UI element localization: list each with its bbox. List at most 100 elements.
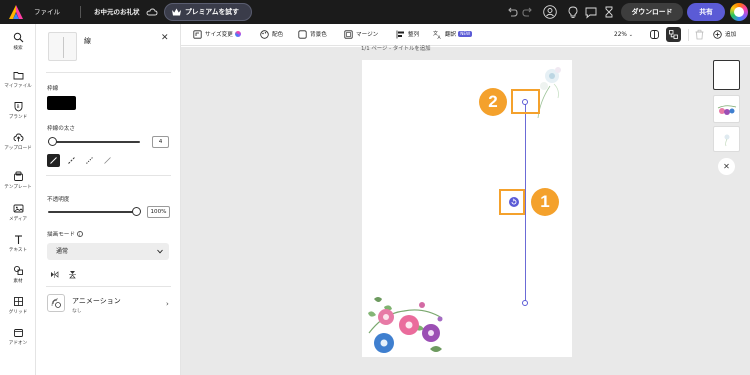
thumbnail-flowers <box>717 105 737 115</box>
selected-line[interactable] <box>525 102 526 303</box>
background-color-button[interactable]: 背景色 <box>298 24 327 46</box>
info-icon[interactable]: i <box>76 231 83 237</box>
color-scheme-button[interactable]: 配色 <box>260 24 283 46</box>
rail-item-grid[interactable]: グリッド <box>0 294 36 322</box>
page-thumbnail-current[interactable] <box>713 60 740 90</box>
stroke-color-swatch[interactable] <box>47 96 76 110</box>
margin-button[interactable]: マージン <box>344 24 378 46</box>
divider <box>46 286 171 287</box>
opacity-value[interactable]: 100% <box>147 206 170 218</box>
invite-user-icon[interactable] <box>543 5 557 19</box>
chevron-down-icon: ⌄ <box>628 32 633 38</box>
trash-icon[interactable] <box>694 29 705 40</box>
close-icon[interactable]: ✕ <box>718 158 735 175</box>
background-icon <box>298 30 307 39</box>
timer-icon[interactable] <box>602 5 616 19</box>
text-icon <box>14 235 22 244</box>
svg-text:A: A <box>438 35 442 39</box>
blend-mode-value: 通常 <box>56 248 69 255</box>
document-title[interactable]: お中元のお礼状 <box>94 0 140 24</box>
rail-item-addons[interactable]: アドオン <box>0 325 36 353</box>
pages-icon[interactable] <box>649 29 660 40</box>
cloud-save-icon[interactable] <box>146 6 158 18</box>
chevron-down-icon <box>157 249 163 254</box>
translate-button[interactable]: 文A 翻訳 NEW <box>433 24 473 46</box>
layers-toggle-button[interactable] <box>666 27 681 42</box>
blend-mode-text: 描画モード <box>47 232 75 238</box>
align-button[interactable]: 整列 <box>396 24 419 46</box>
dotted-line-button[interactable] <box>101 154 114 167</box>
line-end-handle-bottom[interactable] <box>522 300 528 306</box>
annotation-badge-1: 1 <box>531 188 559 216</box>
thumbnail-line <box>63 37 64 58</box>
rail-item-templates[interactable]: テンプレート <box>0 169 36 197</box>
download-button[interactable]: ダウンロード <box>621 3 683 21</box>
svg-text:B: B <box>16 104 19 109</box>
stroke-weight-label: 枠線の太さ <box>47 126 75 132</box>
premium-dot-icon <box>234 31 241 37</box>
rail-label: 素材 <box>13 279 23 284</box>
flip-horizontal-icon[interactable] <box>50 270 59 279</box>
dashed-line-button[interactable] <box>65 154 78 167</box>
brand-icon: B <box>14 102 22 112</box>
comment-icon[interactable] <box>584 5 598 19</box>
solid-line-icon <box>50 157 57 164</box>
annotation-box-1 <box>499 189 525 215</box>
page-thumbnail[interactable] <box>713 126 740 152</box>
animation-thumbnail[interactable] <box>47 294 65 312</box>
rail-label: 検索 <box>13 46 23 51</box>
avatar[interactable] <box>730 3 748 21</box>
lightbulb-icon[interactable] <box>566 5 580 19</box>
rail-item-media[interactable]: メディア <box>0 201 36 229</box>
stroke-label: 枠線 <box>47 86 59 92</box>
close-icon[interactable]: ✕ <box>161 34 169 43</box>
rail-item-search[interactable]: 検索 <box>0 30 36 58</box>
opacity-label: 不透明度 <box>47 197 70 203</box>
rail-item-upload[interactable]: アップロード <box>0 130 36 158</box>
rail-label: グリッド <box>8 310 28 315</box>
short-dash-line-button[interactable] <box>83 154 96 167</box>
folder-icon <box>13 72 23 80</box>
flip-vertical-icon[interactable] <box>68 270 77 279</box>
chevron-right-icon[interactable]: › <box>166 300 169 308</box>
opacity-slider[interactable] <box>48 211 136 213</box>
file-menu[interactable]: ファイル <box>34 0 60 24</box>
page-thumbnail[interactable] <box>713 95 740 123</box>
add-page-button[interactable]: 追加 <box>713 24 736 46</box>
annotation-box-2 <box>511 89 540 114</box>
page-label[interactable]: 1/1 ページ - タイトルを追加 <box>361 44 431 52</box>
align-icon <box>396 30 404 39</box>
elements-icon <box>13 265 23 275</box>
secondary-toolbar: サイズ変更 配色 背景色 マージン 整列 文A 翻訳 NEW 22% ⌄ 追加 <box>181 24 750 46</box>
rail-item-text[interactable]: テキスト <box>0 232 36 260</box>
margin-icon <box>344 30 353 39</box>
stroke-weight-knob[interactable] <box>48 137 58 146</box>
redo-icon[interactable] <box>521 5 535 19</box>
resize-button[interactable]: サイズ変更 <box>193 24 241 46</box>
app-logo-icon[interactable] <box>8 4 24 20</box>
undo-icon[interactable] <box>505 5 519 19</box>
avatar-center <box>734 7 744 17</box>
divider <box>46 72 171 73</box>
rail-item-brand[interactable]: B ブランド <box>0 99 36 127</box>
search-icon <box>13 32 23 43</box>
template-icon <box>13 171 23 181</box>
morning-glory-illustration <box>368 297 443 353</box>
stroke-weight-value[interactable]: 4 <box>152 136 169 148</box>
blend-mode-label: 描画モード i <box>47 230 83 238</box>
premium-button[interactable]: プレミアムを試す <box>164 3 252 21</box>
stroke-weight-slider[interactable] <box>48 141 140 143</box>
opacity-knob[interactable] <box>131 207 141 216</box>
share-button[interactable]: 共有 <box>687 3 725 21</box>
rail-label: メディア <box>8 217 28 222</box>
resize-icon <box>193 30 202 39</box>
rail-item-elements[interactable]: 素材 <box>0 263 36 291</box>
solid-line-button[interactable] <box>47 154 60 167</box>
blend-mode-dropdown[interactable]: 通常 <box>47 243 169 260</box>
zoom-dropdown[interactable]: 22% ⌄ <box>614 24 633 46</box>
translate-icon: 文A <box>433 30 442 39</box>
annotation-badge-2: 2 <box>479 88 507 116</box>
add-circle-icon <box>713 30 722 39</box>
animation-title[interactable]: アニメーション <box>72 296 121 306</box>
rail-item-my-files[interactable]: マイファイル <box>0 68 36 96</box>
